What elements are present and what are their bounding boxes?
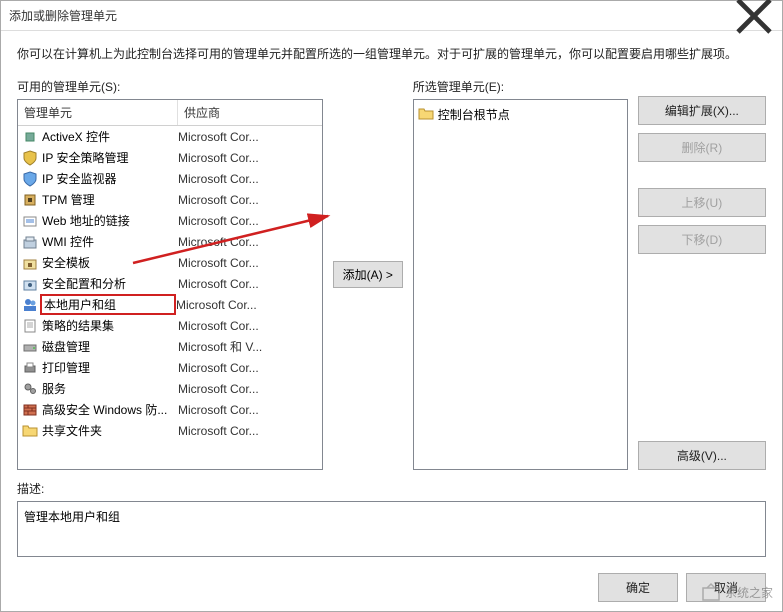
remove-button[interactable]: 删除(R) [638,133,766,162]
doc-icon [22,318,38,334]
list-item[interactable]: IP 安全策略管理Microsoft Cor... [18,147,322,168]
snapin-vendor: Microsoft Cor... [178,361,322,375]
snapin-name: 打印管理 [42,359,178,376]
list-item[interactable]: 本地用户和组Microsoft Cor... [18,294,322,315]
list-item[interactable]: 共享文件夹Microsoft Cor... [18,420,322,441]
snapin-name: 高级安全 Windows 防... [42,401,178,418]
advanced-button[interactable]: 高级(V)... [638,441,766,470]
chip-icon [22,192,38,208]
watermark: 系统之家 [701,582,773,602]
list-item[interactable]: 安全配置和分析Microsoft Cor... [18,273,322,294]
snapin-name: 策略的结果集 [42,317,178,334]
snapin-vendor: Microsoft Cor... [178,151,322,165]
intro-text: 你可以在计算机上为此控制台选择可用的管理单元并配置所选的一组管理单元。对于可扩展… [17,45,766,64]
description-box: 管理本地用户和组 [17,501,766,557]
col-vendor[interactable]: 供应商 [178,100,322,125]
snapin-vendor: Microsoft Cor... [178,214,322,228]
description-text: 管理本地用户和组 [24,510,120,524]
snapin-name: IP 安全监视器 [42,170,178,187]
dialog-content: 你可以在计算机上为此控制台选择可用的管理单元并配置所选的一组管理单元。对于可扩展… [1,31,782,563]
available-label: 可用的管理单元(S): [17,78,323,95]
dialog-footer: 确定 取消 [1,563,782,611]
list-item[interactable]: 磁盘管理Microsoft 和 V... [18,336,322,357]
users-icon [22,297,38,313]
snapin-name: Web 地址的链接 [42,212,178,229]
snapin-name: IP 安全策略管理 [42,149,178,166]
list-item[interactable]: 服务Microsoft Cor... [18,378,322,399]
ok-button[interactable]: 确定 [598,573,678,602]
description-section: 描述: 管理本地用户和组 [17,480,766,557]
snapin-vendor: Microsoft Cor... [178,319,322,333]
available-column: 可用的管理单元(S): 管理单元 供应商 ActiveX 控件Microsoft… [17,78,323,470]
snapin-dialog: 添加或删除管理单元 你可以在计算机上为此控制台选择可用的管理单元并配置所选的一组… [0,0,783,612]
snapin-name: 安全模板 [42,254,178,271]
snapin-name: 磁盘管理 [42,338,178,355]
shield-b-icon [22,171,38,187]
shield-y-icon [22,150,38,166]
folder-icon [22,423,38,439]
available-listbox[interactable]: 管理单元 供应商 ActiveX 控件Microsoft Cor...IP 安全… [17,99,323,470]
list-item[interactable]: 打印管理Microsoft Cor... [18,357,322,378]
titlebar: 添加或删除管理单元 [1,1,782,31]
selected-listbox[interactable]: 控制台根节点 [413,99,628,470]
snapin-vendor: Microsoft Cor... [176,298,322,312]
snapin-name: 服务 [42,380,178,397]
available-list-body: ActiveX 控件Microsoft Cor...IP 安全策略管理Micro… [18,126,322,469]
selected-label: 所选管理单元(E): [413,78,628,95]
list-item[interactable]: Web 地址的链接Microsoft Cor... [18,210,322,231]
snapin-vendor: Microsoft Cor... [178,172,322,186]
wall-icon [22,402,38,418]
snapin-name: 本地用户和组 [40,294,176,315]
printer-icon [22,360,38,376]
snapin-name: WMI 控件 [42,233,178,250]
middle-column: 添加(A) > [333,78,403,470]
move-down-button[interactable]: 下移(D) [638,225,766,254]
snapin-name: ActiveX 控件 [42,128,178,145]
tree-root-label: 控制台根节点 [438,106,510,123]
add-button[interactable]: 添加(A) > [333,261,403,288]
col-snapin[interactable]: 管理单元 [18,100,178,125]
snapin-name: TPM 管理 [42,191,178,208]
tree-root-item[interactable]: 控制台根节点 [418,104,623,124]
columns-layout: 可用的管理单元(S): 管理单元 供应商 ActiveX 控件Microsoft… [17,78,766,470]
lock-icon [22,255,38,271]
description-label: 描述: [17,480,766,497]
list-header: 管理单元 供应商 [18,100,322,126]
snapin-vendor: Microsoft Cor... [178,403,322,417]
folder-icon [418,106,434,122]
selected-column: 所选管理单元(E): 控制台根节点 [413,78,628,470]
list-item[interactable]: ActiveX 控件Microsoft Cor... [18,126,322,147]
list-item[interactable]: 策略的结果集Microsoft Cor... [18,315,322,336]
snapin-vendor: Microsoft Cor... [178,235,322,249]
lock2-icon [22,276,38,292]
right-buttons: 编辑扩展(X)... 删除(R) 上移(U) 下移(D) 高级(V)... [638,78,766,470]
link-icon [22,213,38,229]
gear-icon [22,129,38,145]
disk-icon [22,339,38,355]
snapin-vendor: Microsoft Cor... [178,256,322,270]
snapin-vendor: Microsoft Cor... [178,193,322,207]
gears-icon [22,381,38,397]
window-title: 添加或删除管理单元 [9,7,734,24]
snapin-name: 共享文件夹 [42,422,178,439]
list-item[interactable]: 安全模板Microsoft Cor... [18,252,322,273]
edit-extensions-button[interactable]: 编辑扩展(X)... [638,96,766,125]
list-item[interactable]: IP 安全监视器Microsoft Cor... [18,168,322,189]
snapin-vendor: Microsoft Cor... [178,130,322,144]
watermark-text: 系统之家 [725,584,773,601]
list-item[interactable]: WMI 控件Microsoft Cor... [18,231,322,252]
watermark-logo-icon [701,582,721,602]
snapin-vendor: Microsoft Cor... [178,424,322,438]
snapin-vendor: Microsoft 和 V... [178,338,322,355]
snapin-vendor: Microsoft Cor... [178,382,322,396]
snapin-vendor: Microsoft Cor... [178,277,322,291]
snapin-name: 安全配置和分析 [42,275,178,292]
db-icon [22,234,38,250]
list-item[interactable]: 高级安全 Windows 防...Microsoft Cor... [18,399,322,420]
list-item[interactable]: TPM 管理Microsoft Cor... [18,189,322,210]
move-up-button[interactable]: 上移(U) [638,188,766,217]
selected-tree: 控制台根节点 [414,100,627,128]
close-button[interactable] [734,2,774,30]
